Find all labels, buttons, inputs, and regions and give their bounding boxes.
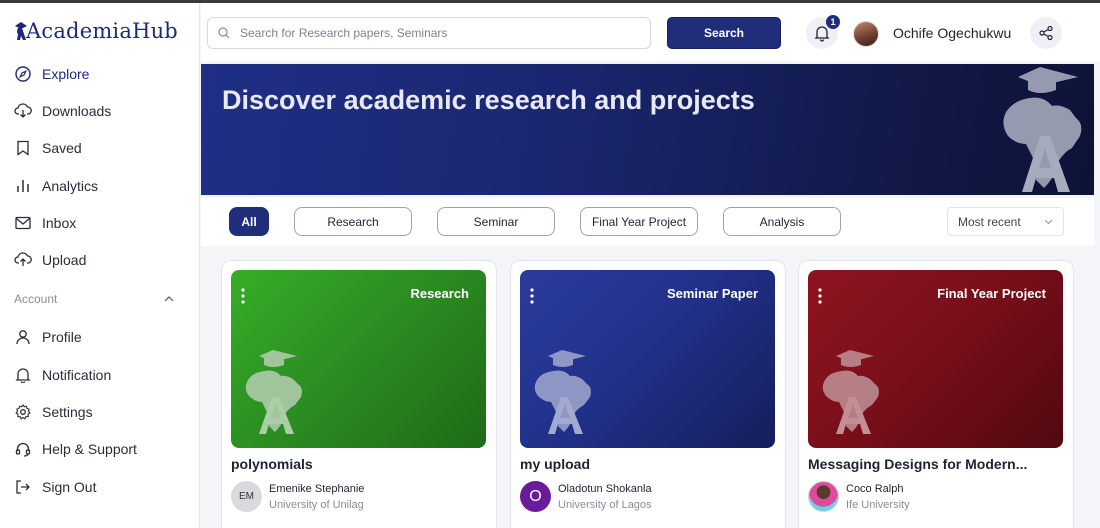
author-university: University of Unilag: [269, 499, 364, 511]
sort-value: Most recent: [958, 214, 1021, 229]
search-input[interactable]: [240, 26, 630, 40]
filter-chip-research[interactable]: Research: [294, 207, 412, 236]
sidebar-item-sign-out[interactable]: Sign Out: [0, 468, 200, 505]
card-thumbnail[interactable]: Seminar Paper: [520, 270, 775, 448]
share-icon: [1039, 25, 1053, 41]
sidebar-item-label: Sign Out: [42, 478, 97, 495]
sort-dropdown[interactable]: Most recent: [947, 207, 1064, 236]
search-icon: [218, 27, 230, 39]
cloud-download-icon: [14, 102, 32, 120]
filter-chip-final-year-project[interactable]: Final Year Project: [580, 207, 698, 236]
cloud-upload-icon: [14, 251, 32, 269]
user-icon: [14, 328, 32, 346]
sidebar-item-explore[interactable]: Explore: [0, 55, 200, 92]
card-title[interactable]: Messaging Designs for Modern...: [808, 456, 1027, 472]
card-category: Final Year Project: [937, 286, 1046, 301]
chevron-down-icon: [1044, 219, 1053, 224]
sidebar-item-help-support[interactable]: Help & Support: [0, 431, 200, 468]
sidebar-item-inbox[interactable]: Inbox: [0, 204, 200, 241]
logo-text: AcademiaHub: [26, 19, 178, 43]
kebab-menu-icon[interactable]: [818, 288, 822, 304]
document-card[interactable]: Seminar Paper my upload O Oladotun Shoka…: [510, 260, 786, 528]
search-button[interactable]: Search: [667, 17, 781, 49]
sidebar-item-upload[interactable]: Upload: [0, 241, 200, 278]
sidebar-item-label: Upload: [42, 252, 87, 269]
bar-chart-icon: [14, 177, 32, 195]
bell-icon: [14, 366, 32, 384]
top-bar: Search 1 Ochife Ogechukwu: [201, 3, 1100, 61]
africa-graduate-watermark-icon: [1003, 67, 1082, 192]
sidebar-item-settings[interactable]: Settings: [0, 393, 200, 430]
africa-graduate-watermark-icon: [245, 350, 302, 434]
document-card[interactable]: Final Year Project Messaging Designs for…: [798, 260, 1074, 528]
chevron-up-icon: [164, 295, 174, 302]
headset-icon: [14, 440, 32, 458]
sidebar-item-saved[interactable]: Saved: [0, 130, 200, 167]
sidebar-item-notification[interactable]: Notification: [0, 356, 200, 393]
gear-icon: [14, 403, 32, 421]
author-avatar: [808, 481, 839, 512]
card-thumbnail[interactable]: Final Year Project: [808, 270, 1063, 448]
compass-icon: [14, 65, 32, 83]
sidebar-nav: Explore Downloads Saved Analytics Inbox: [0, 55, 200, 505]
user-avatar[interactable]: [853, 21, 879, 47]
document-grid: Research polynomials EM Emenike Stephani…: [201, 250, 1100, 528]
mail-icon: [14, 214, 32, 232]
card-title[interactable]: my upload: [520, 456, 590, 472]
user-name[interactable]: Ochife Ogechukwu: [893, 25, 1011, 41]
author-avatar: O: [520, 481, 551, 512]
africa-graduate-watermark-icon: [822, 350, 879, 434]
filter-chip-seminar[interactable]: Seminar: [437, 207, 555, 236]
filter-chip-analysis[interactable]: Analysis: [723, 207, 841, 236]
bookmark-icon: [14, 139, 32, 157]
notification-badge: 1: [826, 15, 840, 29]
app-logo[interactable]: AcademiaHub: [14, 19, 178, 43]
author-name: Oladotun Shokanla: [558, 483, 652, 495]
document-card[interactable]: Research polynomials EM Emenike Stephani…: [221, 260, 497, 528]
sidebar-item-label: Profile: [42, 329, 82, 346]
kebab-menu-icon[interactable]: [530, 288, 534, 304]
sidebar-item-label: Help & Support: [42, 441, 137, 458]
filter-bar: All Research Seminar Final Year Project …: [201, 198, 1094, 246]
sidebar-item-label: Inbox: [42, 214, 77, 231]
author-name: Coco Ralph: [846, 483, 904, 495]
filter-chip-all[interactable]: All: [229, 207, 269, 236]
hero-title: Discover academic research and projects: [222, 85, 755, 115]
sidebar-item-label: Explore: [42, 65, 90, 82]
share-button[interactable]: [1030, 17, 1062, 49]
author-university: University of Lagos: [558, 499, 652, 511]
sidebar-item-profile[interactable]: Profile: [0, 319, 200, 356]
author-avatar: EM: [231, 481, 262, 512]
sidebar-item-analytics[interactable]: Analytics: [0, 167, 200, 204]
sidebar-item-label: Saved: [42, 140, 82, 157]
sidebar-item-label: Analytics: [42, 177, 99, 194]
sidebar: AcademiaHub Explore Downloads Saved Anal…: [0, 3, 200, 528]
sidebar-item-label: Downloads: [42, 102, 112, 119]
kebab-menu-icon[interactable]: [241, 288, 245, 304]
card-thumbnail[interactable]: Research: [231, 270, 486, 448]
africa-graduate-watermark-icon: [534, 350, 591, 434]
search-field[interactable]: [207, 17, 651, 49]
card-title[interactable]: polynomials: [231, 456, 313, 472]
sign-out-icon: [14, 478, 32, 496]
account-section-header[interactable]: Account: [0, 279, 200, 319]
account-section-label: Account: [14, 291, 58, 306]
sidebar-item-label: Settings: [42, 404, 93, 421]
author-name: Emenike Stephanie: [269, 483, 365, 495]
card-category: Seminar Paper: [666, 286, 758, 301]
author-university: Ife University: [846, 499, 910, 511]
card-category: Research: [410, 286, 469, 301]
hero-banner: Discover academic research and projects: [201, 64, 1094, 195]
sidebar-item-label: Notification: [42, 366, 112, 383]
sidebar-item-downloads[interactable]: Downloads: [0, 92, 200, 129]
